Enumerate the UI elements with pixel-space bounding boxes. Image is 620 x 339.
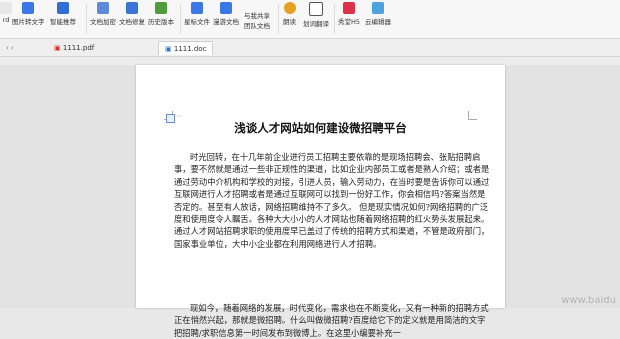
star-file-icon bbox=[191, 2, 203, 14]
h5-icon bbox=[343, 2, 356, 14]
smart-recommend-icon bbox=[57, 2, 69, 14]
translate-button[interactable]: 划词翻译 bbox=[303, 2, 329, 28]
roam-icon bbox=[220, 2, 232, 14]
document-tab-bar: ‹ › ▣ 1111.pdf ▣ 1111.doc bbox=[0, 39, 620, 57]
history-version-button[interactable]: 历史版本 bbox=[148, 2, 174, 26]
cloud-editor-icon bbox=[372, 2, 384, 14]
h5-button[interactable]: 秀堂H5 bbox=[338, 2, 360, 26]
doc-icon: ▣ bbox=[165, 45, 172, 53]
ribbon-separator bbox=[86, 4, 87, 34]
translate-icon bbox=[309, 2, 323, 16]
ribbon-separator bbox=[180, 4, 181, 34]
repair-icon bbox=[126, 2, 138, 14]
paragraph-1: 时光回转，在十几年前企业进行员工招聘主要依靠的是现场招聘会、张贴招聘启事，要不然… bbox=[174, 152, 490, 249]
shared-with-me-button[interactable]: 与我共享 bbox=[244, 10, 270, 20]
read-aloud-icon bbox=[283, 2, 296, 14]
document-page[interactable]: 浅谈人才网站如何建设微招聘平台 时光回转，在十几年前企业进行员工招聘主要依靠的是… bbox=[136, 65, 505, 338]
history-icon bbox=[155, 2, 167, 14]
file-icon bbox=[0, 2, 12, 14]
lock-icon bbox=[97, 2, 109, 14]
watermark: www.baidu bbox=[561, 295, 616, 306]
tab-1111-doc[interactable]: ▣ 1111.doc bbox=[158, 41, 214, 55]
roam-doc-button[interactable]: 漫游文档 bbox=[213, 2, 239, 26]
paragraph-handle-dots-icon[interactable]: ⋯ bbox=[176, 113, 182, 120]
tab-1111-pdf[interactable]: ▣ 1111.pdf bbox=[48, 41, 100, 55]
document-title: 浅谈人才网站如何建设微招聘平台 bbox=[234, 121, 407, 135]
quick-access-bar bbox=[0, 57, 620, 65]
doc-encrypt-button[interactable]: 文档加密 bbox=[90, 2, 116, 26]
margin-mark-top-right bbox=[468, 111, 477, 120]
paragraph-handle-icon[interactable] bbox=[166, 114, 175, 123]
picture-text-icon bbox=[22, 2, 35, 14]
ribbon-toolbar: rd 图片转文字 智能推荐 文档加密 文档修复 历史版本 星标文件 漫游文档 与… bbox=[0, 0, 620, 39]
read-aloud-button[interactable]: 朗读 bbox=[283, 2, 296, 26]
cloud-editor-button[interactable]: 云编辑器 bbox=[365, 2, 391, 26]
pdf-icon: ▣ bbox=[54, 44, 61, 52]
picture-to-text-button[interactable]: 图片转文字 bbox=[12, 2, 45, 26]
smart-recommend-button[interactable]: 智能推荐 bbox=[50, 2, 76, 26]
tab-nav-controls[interactable]: ‹ › bbox=[0, 41, 20, 55]
team-doc-button[interactable]: 团队文档 bbox=[244, 20, 270, 30]
doc-repair-button[interactable]: 文档修复 bbox=[119, 2, 145, 26]
star-file-button[interactable]: 星标文件 bbox=[184, 2, 210, 26]
ribbon-separator bbox=[334, 4, 335, 34]
ribbon-item-rd[interactable]: rd bbox=[0, 2, 12, 24]
ribbon-separator bbox=[278, 4, 279, 34]
